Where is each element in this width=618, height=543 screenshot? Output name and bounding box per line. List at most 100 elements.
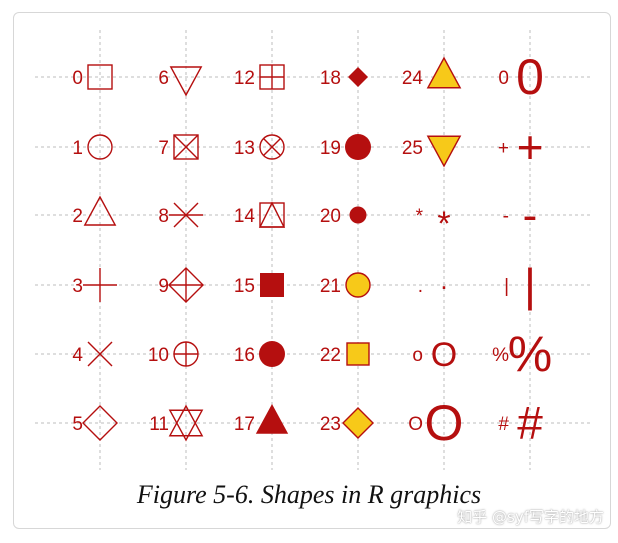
shape-cell: 22 bbox=[320, 342, 370, 366]
shape-cell: | | bbox=[504, 259, 536, 311]
shape-cell: 19 bbox=[320, 134, 371, 160]
shape-label: 23 bbox=[320, 414, 341, 435]
shape-cell: %% bbox=[492, 326, 552, 382]
shape-cell: 5 bbox=[72, 405, 118, 441]
char-icon: | bbox=[524, 259, 536, 311]
shape-cell: 6 bbox=[158, 66, 203, 97]
shape-cell: 25 bbox=[402, 135, 462, 168]
circle-plus-icon bbox=[173, 341, 199, 367]
shapes-plot: 0123456789101112131415161718192021222324… bbox=[35, 30, 590, 470]
shape-cell: # # bbox=[498, 397, 543, 449]
shape-cell: + + bbox=[498, 121, 544, 173]
shape-label: 1 bbox=[72, 138, 83, 159]
svg-text:.: . bbox=[440, 265, 447, 295]
shape-label: O bbox=[408, 414, 423, 435]
shape-label: 12 bbox=[234, 68, 255, 89]
shape-label: 24 bbox=[402, 68, 424, 89]
shape-label: 9 bbox=[158, 276, 169, 297]
char-icon: 0 bbox=[516, 49, 544, 105]
shape-label: + bbox=[498, 138, 509, 159]
shape-cell: 18 bbox=[320, 67, 368, 89]
shape-label: 22 bbox=[320, 345, 341, 366]
shape-label: 16 bbox=[234, 345, 255, 366]
svg-text:0: 0 bbox=[516, 49, 544, 105]
shape-label: # bbox=[498, 414, 509, 435]
shape-cell: 10 bbox=[148, 341, 199, 367]
filled-circle-icon bbox=[259, 341, 285, 367]
shape-cell: 00 bbox=[498, 49, 543, 105]
shape-label: 0 bbox=[72, 68, 83, 89]
fill-triangle-up-icon bbox=[426, 56, 462, 89]
shape-label: 20 bbox=[320, 206, 341, 227]
shape-cell: 21 bbox=[320, 272, 371, 298]
shape-label: 21 bbox=[320, 276, 341, 297]
shape-label: 2 bbox=[72, 206, 83, 227]
shape-label: 17 bbox=[234, 414, 255, 435]
shape-cell: oO bbox=[412, 336, 457, 374]
shape-label: 4 bbox=[72, 345, 83, 366]
svg-text:+: + bbox=[517, 121, 544, 173]
fill-diamond-icon bbox=[342, 407, 374, 439]
shape-label: 7 bbox=[158, 138, 169, 159]
shape-cell: -- bbox=[503, 191, 538, 240]
svg-text:%: % bbox=[508, 326, 552, 382]
shape-cell: 2 bbox=[72, 195, 117, 227]
char-icon: - bbox=[523, 191, 538, 240]
shape-cell: 8 bbox=[158, 202, 203, 228]
watermark: 知乎 @syf写字的地方 bbox=[457, 508, 604, 526]
char-icon: % bbox=[508, 326, 552, 382]
shape-cell: 16 bbox=[234, 341, 285, 367]
shape-label: 15 bbox=[234, 276, 255, 297]
fill-square-icon bbox=[346, 342, 370, 366]
square-plus-icon bbox=[259, 64, 285, 90]
shape-label: 19 bbox=[320, 138, 341, 159]
shape-label: 6 bbox=[158, 68, 169, 89]
shape-label: - bbox=[503, 206, 509, 227]
shape-cell: 24 bbox=[402, 56, 462, 89]
fill-triangle-down-icon bbox=[426, 135, 462, 168]
svg-text:O: O bbox=[425, 395, 464, 451]
shape-label: 18 bbox=[320, 68, 341, 89]
shape-label: o bbox=[412, 345, 423, 366]
filled-circle-small-icon bbox=[349, 206, 367, 224]
shape-cell: * * bbox=[416, 205, 451, 243]
char-icon: + bbox=[517, 121, 544, 173]
shape-cell: OO bbox=[408, 395, 463, 451]
shape-label: 10 bbox=[148, 345, 169, 366]
plus-icon bbox=[83, 268, 117, 302]
shape-label: . bbox=[418, 276, 423, 297]
grid-lines bbox=[35, 30, 590, 470]
shape-label: 14 bbox=[234, 206, 256, 227]
shape-label: 0 bbox=[498, 68, 509, 89]
shape-cell: 20 bbox=[320, 206, 367, 227]
filled-circle-large-icon bbox=[345, 134, 371, 160]
svg-text:*: * bbox=[437, 205, 450, 243]
svg-text:O: O bbox=[431, 336, 457, 374]
shape-cell: 23 bbox=[320, 407, 374, 439]
shape-label: 5 bbox=[72, 414, 83, 435]
shape-cell: 0 bbox=[72, 64, 113, 90]
shape-cell: 9 bbox=[158, 267, 204, 303]
shape-label: * bbox=[416, 206, 424, 227]
shape-label: 25 bbox=[402, 138, 423, 159]
shape-label: 11 bbox=[149, 414, 169, 435]
svg-text:-: - bbox=[523, 191, 538, 240]
shape-cell: 4 bbox=[72, 341, 113, 367]
char-icon: O bbox=[425, 395, 464, 451]
shape-label: 8 bbox=[158, 206, 169, 227]
char-icon: # bbox=[517, 397, 543, 449]
char-icon: * bbox=[437, 205, 450, 243]
diamond-plus-icon bbox=[168, 267, 204, 303]
shape-cell: .. bbox=[418, 265, 448, 297]
svg-text:|: | bbox=[524, 259, 536, 311]
fill-circle-icon bbox=[345, 272, 371, 298]
shape-label: % bbox=[492, 345, 509, 366]
char-icon: . bbox=[440, 265, 447, 295]
filled-diamond-small-icon bbox=[348, 67, 368, 87]
svg-text:#: # bbox=[517, 397, 543, 449]
shape-cell: 3 bbox=[72, 268, 117, 302]
shape-cell: 17 bbox=[234, 404, 289, 435]
filled-square-icon bbox=[260, 273, 284, 297]
shape-label: | bbox=[504, 276, 509, 297]
shape-label: 3 bbox=[72, 276, 83, 297]
